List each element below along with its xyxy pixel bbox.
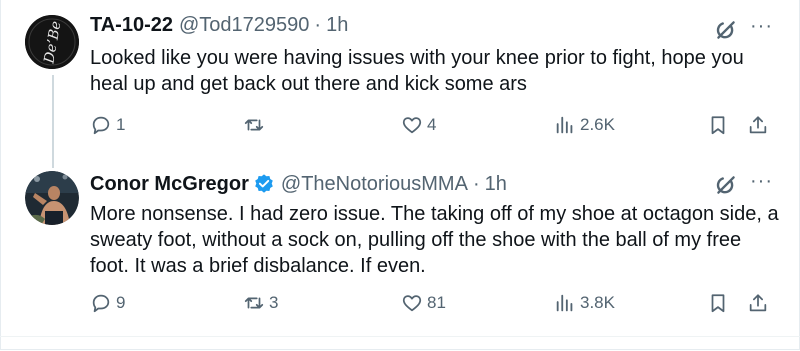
bookmark-button[interactable] [707, 292, 729, 314]
grok-icon[interactable] [713, 172, 739, 198]
tweet-reply-ta1022[interactable]: De’Be TA-10-22 @Tod1729590 · 1h ··· Look… [0, 0, 800, 168]
user-handle[interactable]: @Tod1729590 [179, 14, 309, 37]
more-icon[interactable]: ··· [750, 170, 773, 193]
views-button[interactable]: 2.6K [554, 114, 615, 136]
reply-count: 1 [116, 115, 126, 134]
action-bar: 1 4 2.6K [90, 114, 780, 140]
tweet-header: TA-10-22 @Tod1729590 · 1h [90, 11, 348, 39]
grok-icon[interactable] [713, 17, 739, 43]
action-bar: 9 3 81 3.8K [90, 292, 780, 318]
reply-button[interactable]: 9 [90, 292, 125, 314]
tweet-header: Conor McGregor @TheNotoriousMMA · 1h [90, 170, 507, 198]
views-icon [556, 294, 573, 312]
retweet-button[interactable]: 3 [243, 292, 278, 314]
view-count: 3.8K [580, 293, 615, 312]
reply-icon [92, 294, 110, 313]
like-button[interactable]: 4 [401, 114, 436, 136]
retweet-count: 3 [269, 293, 279, 312]
display-name[interactable]: Conor McGregor [90, 173, 249, 196]
timestamp[interactable]: 1h [485, 173, 507, 196]
like-icon [402, 295, 422, 312]
retweet-icon [244, 297, 264, 309]
share-icon [749, 116, 767, 134]
reply-button[interactable]: 1 [90, 114, 125, 136]
reply-icon [92, 116, 110, 135]
like-count: 81 [427, 293, 446, 312]
bookmark-icon [711, 116, 725, 135]
timestamp[interactable]: 1h [326, 14, 348, 37]
bookmark-button[interactable] [707, 114, 729, 136]
divider [0, 336, 800, 337]
tweet-conor-mcgregor[interactable]: Conor McGregor @TheNotoriousMMA · 1h ···… [0, 168, 800, 336]
tweet-text: More nonsense. I had zero issue. The tak… [90, 203, 779, 277]
share-button[interactable] [747, 114, 769, 136]
more-icon[interactable]: ··· [750, 15, 773, 38]
verified-badge-icon [255, 174, 273, 193]
user-handle[interactable]: @TheNotoriousMMA [281, 173, 468, 196]
tweet-text: Looked like you were having issues with … [90, 47, 744, 95]
share-button[interactable] [747, 292, 769, 314]
share-icon [749, 294, 767, 312]
retweet-icon [244, 119, 264, 131]
separator-dot: · [472, 172, 480, 195]
views-button[interactable]: 3.8K [554, 292, 615, 314]
separator-dot: · [314, 13, 322, 36]
avatar[interactable]: De’Be [25, 15, 79, 69]
display-name[interactable]: TA-10-22 [90, 14, 173, 37]
views-icon [556, 116, 573, 134]
reply-count: 9 [116, 293, 126, 312]
like-count: 4 [427, 115, 437, 134]
like-icon [402, 117, 422, 134]
retweet-button[interactable] [243, 114, 269, 136]
like-button[interactable]: 81 [401, 292, 446, 314]
view-count: 2.6K [580, 115, 615, 134]
avatar[interactable] [25, 171, 79, 225]
bookmark-icon [711, 294, 725, 313]
thread-line [52, 75, 54, 168]
